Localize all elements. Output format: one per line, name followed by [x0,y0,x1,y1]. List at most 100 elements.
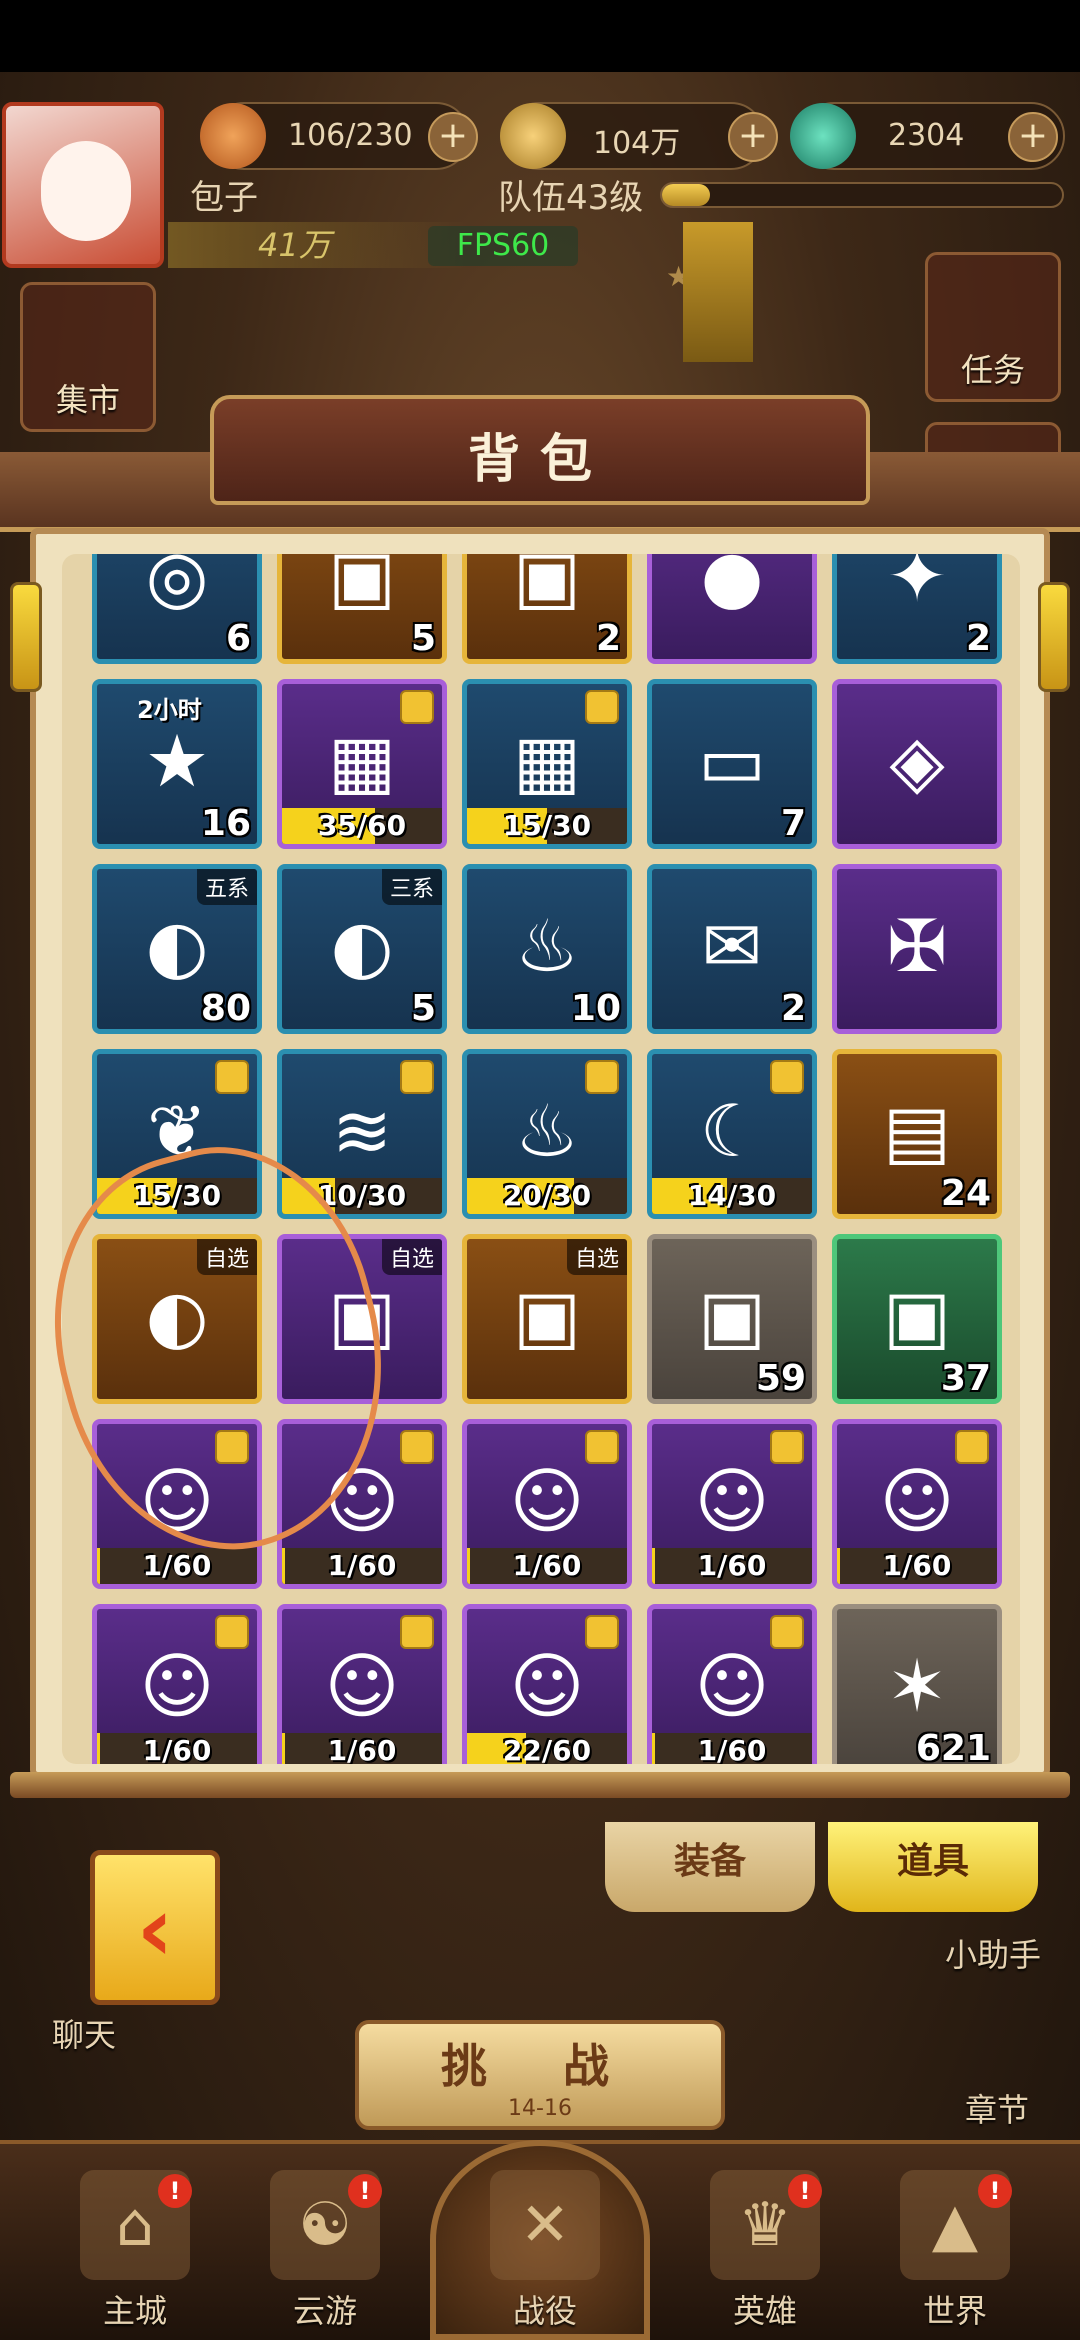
inventory-slot[interactable]: ▦ 15/30 [462,679,632,849]
task-button[interactable]: 任务 [925,252,1061,402]
nav-label: 云游 [292,2292,357,2330]
inventory-slot[interactable]: ▤ 24 [832,1049,1002,1219]
inventory-slot[interactable]: ☺ 1/60 [92,1604,262,1764]
inventory-slot[interactable]: ☺ 1/60 [462,1419,632,1589]
inventory-slot[interactable]: ✠ [832,864,1002,1034]
fragment-progress-bar: 22/60 [467,1733,627,1764]
puzzle-piece-icon [215,1060,249,1094]
inventory-slot[interactable]: ▣ 自选 [277,1234,447,1404]
status-bar [0,0,1080,72]
fragment-progress-text: 1/60 [142,1734,212,1764]
item-count: 7 [780,803,806,844]
fragment-progress-text: 15/30 [502,809,592,842]
inventory-slot[interactable]: ❦ 15/30 [92,1049,262,1219]
player-avatar[interactable] [2,102,164,268]
fragment-progress-text: 1/60 [697,1549,767,1582]
inventory-slot[interactable]: ◎ 6 [92,554,262,664]
inventory-slot[interactable]: ● [647,554,817,664]
tab-items[interactable]: 道具 [828,1822,1038,1912]
player-name: 包子 [190,178,258,218]
fragment-progress-bar: 15/30 [467,808,627,844]
back-arrow-button[interactable]: ‹ [90,1850,220,2005]
inventory-slot[interactable]: ♨ 10 [462,864,632,1034]
item-count: 6 [225,618,251,659]
avatar-face [41,141,131,241]
inventory-slot[interactable]: ◐ 自选 [92,1234,262,1404]
fragment-progress-text: 20/30 [502,1179,592,1212]
puzzle-piece-icon [215,1615,249,1649]
puzzle-piece-icon [400,1430,434,1464]
inventory-slot[interactable]: ◈ [832,679,1002,849]
slot-tag: 自选 [381,1239,442,1275]
inventory-slot[interactable]: ☺ 1/60 [832,1419,1002,1589]
crossed-swords-icon: ✕ [490,2170,600,2280]
item-count: 2 [780,988,806,1029]
nav-label: 英雄 [732,2292,797,2330]
nav-item[interactable]: ☯ 云游! [250,2170,400,2340]
inventory-slot[interactable]: ☺ 1/60 [647,1604,817,1764]
task-label: 任务 [960,351,1025,389]
nav-item[interactable]: ♛ 英雄! [690,2170,840,2340]
card-icon: ▭ [697,719,767,803]
slot-tag: 五系 [196,869,257,905]
inventory-slot[interactable]: ▣ 37 [832,1234,1002,1404]
inventory-slot[interactable]: ☺ 1/60 [277,1604,447,1764]
orb-icon: ● [700,554,764,618]
inventory-slot[interactable]: ≋ 10/30 [277,1049,447,1219]
inventory-slot[interactable]: ☺ 1/60 [92,1419,262,1589]
slot-duration-tag: 2小时 [137,696,202,724]
inventory-slot[interactable]: ▣ 2 [462,554,632,664]
chapter-label[interactable]: 章节 [965,2085,1029,2131]
chest-icon: ▣ [327,554,397,618]
coins-add-button[interactable]: + [728,112,778,162]
inventory-slot[interactable]: ✉ 2 [647,864,817,1034]
inventory-slot[interactable]: ✦ 2 [832,554,1002,664]
market-button[interactable]: 集市 [20,282,156,432]
fragment-progress-bar: 10/30 [282,1178,442,1214]
chat-label[interactable]: 聊天 [52,2010,116,2056]
stage-flag-icon[interactable] [683,222,753,362]
item-count: 80 [200,988,251,1029]
inventory-slot[interactable]: ▣ 自选 [462,1234,632,1404]
coin-icon [500,103,566,169]
helper-label[interactable]: 小助手 [945,1930,1041,1976]
power-value: 41万 [168,222,468,268]
stamina-add-button[interactable]: + [428,112,478,162]
item-count: 2 [595,618,621,659]
item-count: 5 [410,618,436,659]
inventory-slot[interactable]: ▣ 59 [647,1234,817,1404]
exp-bar [660,182,1064,208]
challenge-button[interactable]: 挑 战 14-16 [355,2020,725,2130]
inventory-slot[interactable]: ☾ 14/30 [647,1049,817,1219]
nav-item[interactable]: ✕ 战役 [470,2170,620,2340]
puzzle-piece-icon [585,1615,619,1649]
bag-panel: ◎ 6 ▣ 5 ▣ 2 ● ✦ 2 ★ 2小时 16 ▦ 35/60 ▦ 15/30 ▭ 7 ◈ ◐ 五系 80 ◐ 三系 5 ♨… [30,528,1050,1778]
inventory-slot[interactable]: ☺ 1/60 [277,1419,447,1589]
fragment-progress-bar: 1/60 [652,1548,812,1584]
alert-badge: ! [978,2174,1012,2208]
inventory-slot[interactable]: ★ 2小时 16 [92,679,262,849]
puzzle-piece-icon [770,1060,804,1094]
inventory-slot[interactable]: ▭ 7 [647,679,817,849]
inventory-slot[interactable]: ✶ 621 [832,1604,1002,1764]
inventory-slot[interactable]: ◐ 五系 80 [92,864,262,1034]
bag-bottom-rod [10,1772,1070,1798]
inventory-slot[interactable]: ▣ 5 [277,554,447,664]
inventory-slot[interactable]: ▦ 35/60 [277,679,447,849]
inventory-slot[interactable]: ♨ 20/30 [462,1049,632,1219]
item-count: 59 [755,1358,806,1399]
chest-icon: ▣ [512,554,582,618]
nav-item[interactable]: ▲ 世界! [880,2170,1030,2340]
tab-equipment[interactable]: 装备 [605,1822,815,1912]
gems-add-button[interactable]: + [1008,112,1058,162]
bag-scroll-area[interactable]: ◎ 6 ▣ 5 ▣ 2 ● ✦ 2 ★ 2小时 16 ▦ 35/60 ▦ 15/30 ▭ 7 ◈ ◐ 五系 80 ◐ 三系 5 ♨… [62,554,1020,1764]
slot-tag: 三系 [381,869,442,905]
inventory-slot[interactable]: ☺ 22/60 [462,1604,632,1764]
fragment-progress-bar: 14/30 [652,1178,812,1214]
nav-item[interactable]: ⌂ 主城! [60,2170,210,2340]
item-count: 621 [915,1728,991,1764]
jade-gem-icon [790,103,856,169]
inventory-slot[interactable]: ☺ 1/60 [647,1419,817,1589]
inventory-slot[interactable]: ◐ 三系 5 [277,864,447,1034]
fragment-progress-bar: 1/60 [282,1548,442,1584]
